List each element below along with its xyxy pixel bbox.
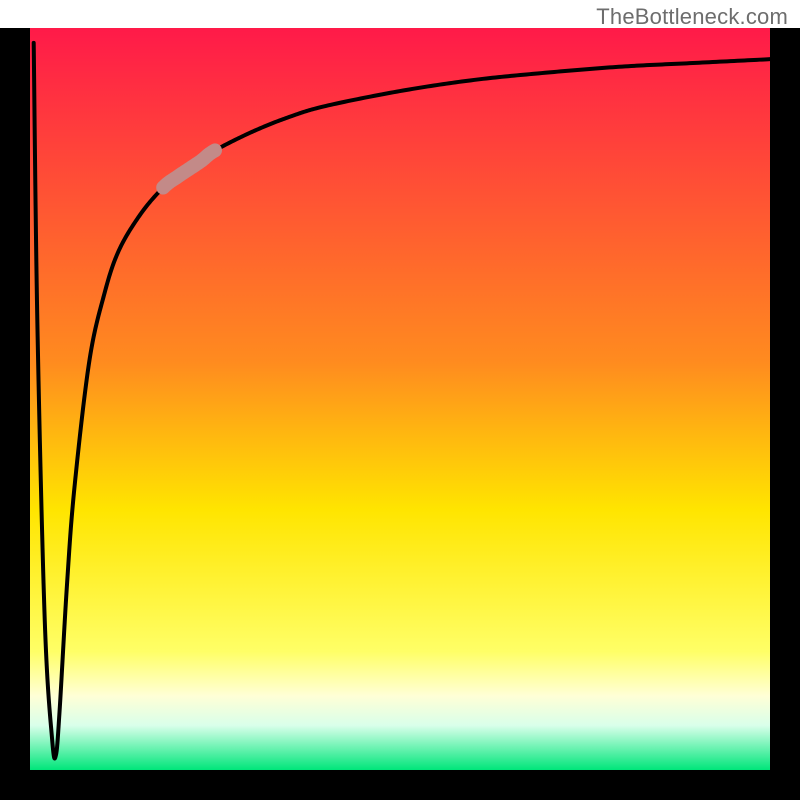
chart-svg [30,28,770,770]
plot-area [30,28,770,770]
gradient-background [30,28,770,770]
chart-stage: TheBottleneck.com [0,0,800,800]
plot-frame [0,28,800,800]
watermark-text: TheBottleneck.com [596,4,788,30]
